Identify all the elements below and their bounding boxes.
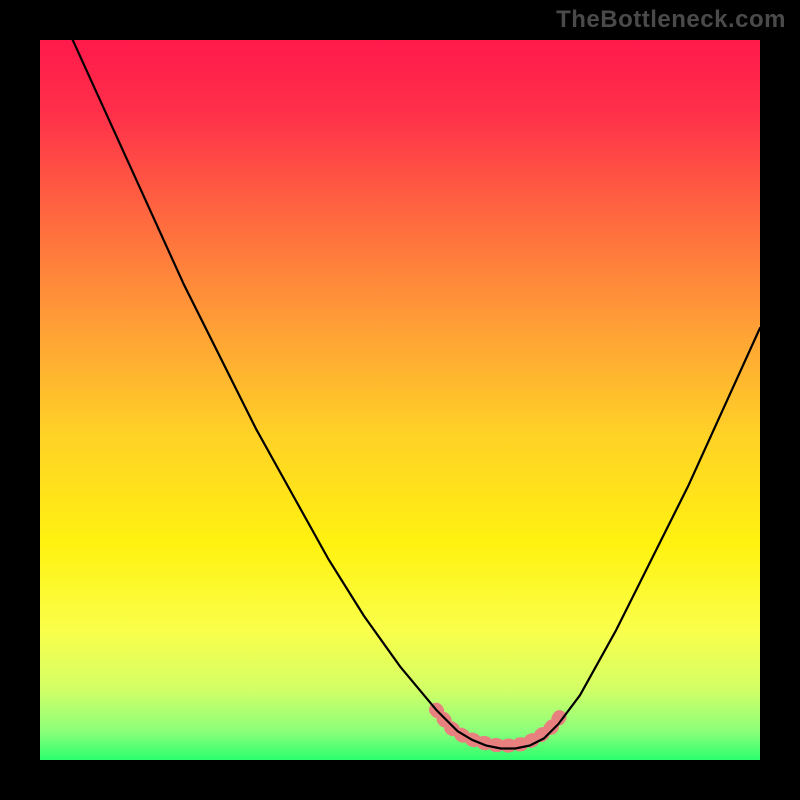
gradient-background xyxy=(40,40,760,760)
watermark-text: TheBottleneck.com xyxy=(556,6,786,34)
plot-area xyxy=(40,40,760,760)
chart-frame: TheBottleneck.com xyxy=(0,0,800,800)
chart-svg xyxy=(40,40,760,760)
